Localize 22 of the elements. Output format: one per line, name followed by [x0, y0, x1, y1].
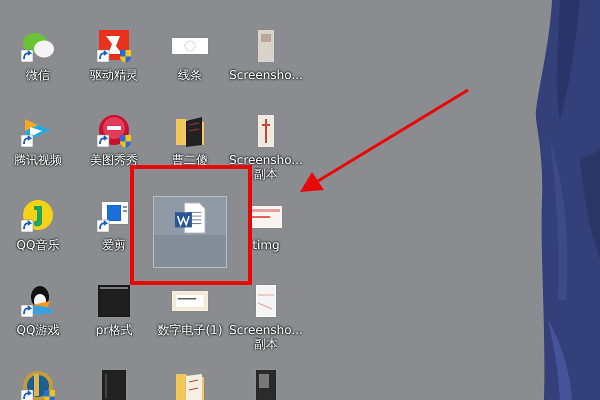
icon-label[interactable]: timg: [252, 238, 280, 252]
selection-highlight[interactable]: [153, 196, 227, 268]
icon-label[interactable]: 副本: [254, 337, 278, 351]
icon-label[interactable]: 副本: [254, 167, 278, 181]
app-icon[interactable]: [20, 283, 56, 319]
icon-label[interactable]: 腾讯视频: [14, 153, 62, 167]
icon-label[interactable]: Screensho...: [229, 68, 303, 82]
icon-label[interactable]: QQ游戏: [16, 323, 60, 337]
image-thumbnail-icon[interactable]: [96, 283, 132, 319]
icon-label[interactable]: Screensho...: [229, 323, 303, 337]
icon-label[interactable]: 微信: [26, 68, 50, 82]
icon-label[interactable]: QQ音乐: [16, 238, 60, 252]
document-icon[interactable]: [172, 201, 208, 235]
icon-label[interactable]: 数字电子(1): [158, 323, 222, 337]
icon-label[interactable]: 线条: [178, 68, 202, 82]
icon-label[interactable]: 美图秀秀: [90, 153, 138, 167]
icon-label[interactable]: Screensho...: [229, 153, 303, 167]
icon-label[interactable]: 曹二傻: [172, 153, 208, 167]
icon-label[interactable]: pr格式: [96, 323, 132, 337]
app-icon[interactable]: [20, 368, 56, 400]
icon-label[interactable]: 驱动精灵: [90, 68, 138, 82]
icon-label[interactable]: 爱剪: [102, 238, 126, 252]
